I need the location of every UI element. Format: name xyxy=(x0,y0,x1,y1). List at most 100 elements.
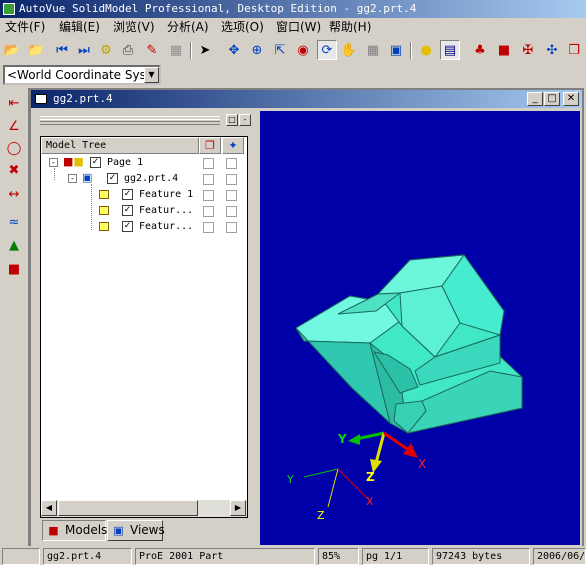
model-info-icon[interactable]: ■ xyxy=(4,259,24,279)
last-page-icon[interactable]: ⏭ xyxy=(74,40,94,60)
measure-arc-icon[interactable]: ◯ xyxy=(4,138,24,158)
markup-pen-icon[interactable]: ✎ xyxy=(142,40,162,60)
feature1-checkbox[interactable]: ✓ xyxy=(122,189,133,200)
pan-axes-icon[interactable]: ✥ xyxy=(224,40,244,60)
menu-file[interactable]: 文件(F) xyxy=(5,18,45,37)
measure-min-distance-icon[interactable]: ↔ xyxy=(4,184,24,204)
measure-distance-icon[interactable]: ⇤ xyxy=(4,93,24,113)
models-tab-icon: ■ xyxy=(48,524,59,537)
part-visibility-checkbox[interactable] xyxy=(203,174,214,185)
visibility-column-icon[interactable]: ❐ xyxy=(199,137,221,154)
feature2-select-checkbox[interactable] xyxy=(226,206,237,217)
document-title: gg2.prt.4 xyxy=(53,92,113,105)
left-toolbar: ⇤ ∠ ◯ ✖ ↔ ≈ ▲ ■ xyxy=(0,90,27,290)
menu-edit[interactable]: 编辑(E) xyxy=(59,18,100,37)
page-select-checkbox[interactable] xyxy=(226,158,237,169)
collapse-page-icon[interactable]: - xyxy=(49,158,58,167)
chevron-down-icon[interactable]: ▼ xyxy=(144,67,159,83)
small-z-axis-label: Z xyxy=(317,509,325,522)
light-bulb-icon[interactable]: ● xyxy=(416,40,436,60)
tree-horizontal-scrollbar[interactable]: ◀ ▶ xyxy=(41,500,247,517)
tree-item-feature-2[interactable]: Featur... xyxy=(139,203,193,219)
coordinate-system-select[interactable]: <World Coordinate System> ▼ xyxy=(3,65,161,85)
cube-icon[interactable]: ❐ xyxy=(564,40,584,60)
feature3-visibility-checkbox[interactable] xyxy=(203,222,214,233)
status-empty xyxy=(2,548,40,565)
hand-icon[interactable]: ✋ xyxy=(339,40,359,60)
layout-icon[interactable]: ▦ xyxy=(166,40,186,60)
scroll-left-icon[interactable]: ◀ xyxy=(41,500,57,516)
feature2-visibility-checkbox[interactable] xyxy=(203,206,214,217)
tree-item-part[interactable]: gg2.prt.4 xyxy=(124,171,178,187)
page-visibility-checkbox[interactable] xyxy=(203,158,214,169)
restore-button[interactable]: □ xyxy=(544,92,560,106)
close-button[interactable]: ✕ xyxy=(563,92,579,106)
small-x-axis-label: X xyxy=(366,495,374,508)
part-select-checkbox[interactable] xyxy=(226,174,237,185)
section-icon[interactable]: ≈ xyxy=(4,212,24,232)
3d-viewport[interactable]: Y Z X Y Z X xyxy=(260,111,580,545)
feature-icon xyxy=(99,190,109,199)
part-checkbox[interactable]: ✓ xyxy=(107,173,118,184)
grid-icon[interactable]: ▦ xyxy=(363,40,383,60)
zoom-fit-icon[interactable]: ⇱ xyxy=(270,40,290,60)
views-tab-icon: ▣ xyxy=(113,524,124,537)
x-axis-line xyxy=(383,431,411,453)
convert-icon[interactable]: ⚙ xyxy=(96,40,116,60)
panel-restore-button[interactable]: □ xyxy=(226,114,238,126)
open-folder-icon[interactable]: 📁 xyxy=(26,40,46,60)
parts-icon[interactable]: ■ xyxy=(494,40,514,60)
feature3-select-checkbox[interactable] xyxy=(226,222,237,233)
center-icon[interactable]: ✣ xyxy=(542,40,562,60)
menu-bar: 文件(F) 编辑(E) 浏览(V) 分析(A) 选项(O) 窗口(W) 帮助(H… xyxy=(0,18,586,37)
document-icon xyxy=(35,94,47,104)
select-arrow-icon[interactable]: ➤ xyxy=(195,40,215,60)
selection-column-icon[interactable]: ✦ xyxy=(222,137,244,154)
zoom-icon[interactable]: ⊕ xyxy=(247,40,267,60)
z-axis-label: Z xyxy=(366,470,375,484)
scroll-right-icon[interactable]: ▶ xyxy=(230,500,246,516)
menu-window[interactable]: 窗口(W) xyxy=(276,18,321,37)
status-bar: gg2.prt.4 ProE 2001 Part 85% pg 1/1 9724… xyxy=(0,546,586,565)
minimize-button[interactable]: _ xyxy=(527,92,543,106)
properties-icon[interactable]: ▤ xyxy=(440,40,460,60)
first-page-icon[interactable]: ⏮ xyxy=(52,40,72,60)
menu-view[interactable]: 浏览(V) xyxy=(113,18,155,37)
rotate-icon[interactable]: ⟳ xyxy=(317,40,337,60)
panel-grip-line xyxy=(40,119,220,122)
tree-item-feature-1[interactable]: Feature 1 xyxy=(139,187,193,203)
feature3-checkbox[interactable]: ✓ xyxy=(122,221,133,232)
collapse-part-icon[interactable]: - xyxy=(68,174,77,183)
document-title-bar: gg2.prt.4 _ □ ✕ xyxy=(31,90,582,108)
app-title-bar: AutoVue SolidModel Professional, Desktop… xyxy=(0,0,586,18)
print-icon[interactable]: ⎙ xyxy=(118,40,138,60)
tab-models[interactable]: ■ Models xyxy=(42,520,108,541)
panel-minimize-button[interactable]: - xyxy=(239,114,251,126)
feature1-select-checkbox[interactable] xyxy=(226,190,237,201)
tab-views[interactable]: ▣ Views xyxy=(107,520,165,541)
mass-properties-icon[interactable]: ▲ xyxy=(4,235,24,255)
menu-analyze[interactable]: 分析(A) xyxy=(167,18,209,37)
main-toolbar: 📂 📁 ⏮ ⏭ ⚙ ⎙ ✎ ▦ ➤ ✥ ⊕ ⇱ ◉ ⟳ ✋ ▦ ▣ ● ▤ ♣ … xyxy=(0,38,586,63)
tab-views-label: Views xyxy=(130,523,165,537)
status-format: ProE 2001 Part xyxy=(135,548,315,565)
status-file: gg2.prt.4 xyxy=(43,548,132,565)
scroll-thumb[interactable] xyxy=(58,500,198,516)
feature2-checkbox[interactable]: ✓ xyxy=(122,205,133,216)
page-checkbox[interactable]: ✓ xyxy=(90,157,101,168)
x-axis-label: X xyxy=(418,457,427,471)
tree-item-page[interactable]: Page 1 xyxy=(107,155,143,171)
small-y-axis-label: Y xyxy=(287,473,294,486)
assembly-icon[interactable]: ♣ xyxy=(470,40,490,60)
menu-help[interactable]: 帮助(H) xyxy=(329,18,371,37)
menu-options[interactable]: 选项(O) xyxy=(221,18,264,37)
open-file-icon[interactable]: 📂 xyxy=(2,40,22,60)
tab-models-label: Models xyxy=(65,523,108,537)
feature1-visibility-checkbox[interactable] xyxy=(203,190,214,201)
explode-icon[interactable]: ✠ xyxy=(518,40,538,60)
measure-angle-icon[interactable]: ∠ xyxy=(4,116,24,136)
tree-item-feature-3[interactable]: Featur... xyxy=(139,219,193,235)
measure-xyz-icon[interactable]: ✖ xyxy=(4,160,24,180)
snapshot-icon[interactable]: ◉ xyxy=(293,40,313,60)
box-icon[interactable]: ▣ xyxy=(386,40,406,60)
